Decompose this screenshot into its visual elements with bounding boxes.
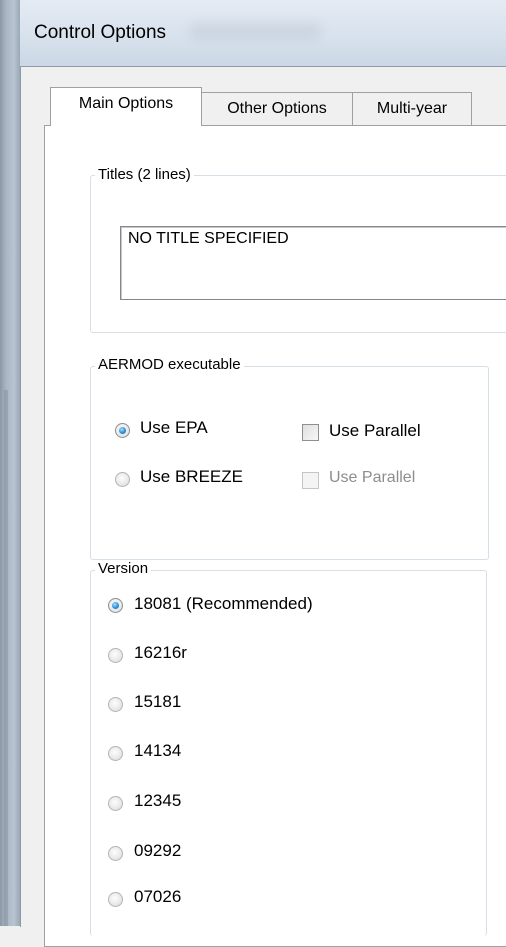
window-left-frame [0,0,20,926]
version-16216r-label[interactable]: 16216r [134,643,187,663]
tab-label: Other Options [227,100,327,117]
use-parallel-breeze-label: Use Parallel [329,469,416,486]
version-09292-label[interactable]: 09292 [134,841,181,861]
use-epa-radio[interactable] [115,423,130,438]
aermod-executable-legend: AERMOD executable [95,356,244,373]
use-breeze-radio[interactable] [115,472,130,487]
tab-multi-year[interactable]: Multi-year [352,92,472,125]
version-09292-radio[interactable] [108,846,123,861]
use-parallel-epa-label[interactable]: Use Parallel [329,421,421,441]
title-bar-blur [190,24,320,40]
use-breeze-label[interactable]: Use BREEZE [140,467,243,487]
window-title: Control Options [34,22,167,43]
tab-label: Multi-year [376,100,448,117]
version-15181-label[interactable]: 15181 [134,692,181,712]
use-parallel-epa-checkbox[interactable] [302,424,319,441]
version-18081-label[interactable]: 18081 (Recommended) [134,594,313,614]
tab-label: Main Options [78,95,174,112]
version-14134-label[interactable]: 14134 [134,741,181,761]
titles-textarea-value: NO TITLE SPECIFIED [128,230,289,247]
use-epa-label[interactable]: Use EPA [140,418,208,438]
tab-other-options[interactable]: Other Options [201,92,353,125]
aermod-executable-group [90,366,489,560]
version-14134-radio[interactable] [108,746,123,761]
version-12345-label[interactable]: 12345 [134,791,181,811]
version-12345-radio[interactable] [108,796,123,811]
tab-main-options[interactable]: Main Options [50,87,202,126]
version-15181-radio[interactable] [108,697,123,712]
version-07026-radio[interactable] [108,892,123,907]
version-16216r-radio[interactable] [108,648,123,663]
use-parallel-breeze-checkbox [302,472,319,489]
version-07026-label[interactable]: 07026 [134,887,181,907]
version-18081-radio[interactable] [108,598,123,613]
version-group-legend: Version [95,560,152,577]
titles-group-legend: Titles (2 lines) [95,166,194,183]
